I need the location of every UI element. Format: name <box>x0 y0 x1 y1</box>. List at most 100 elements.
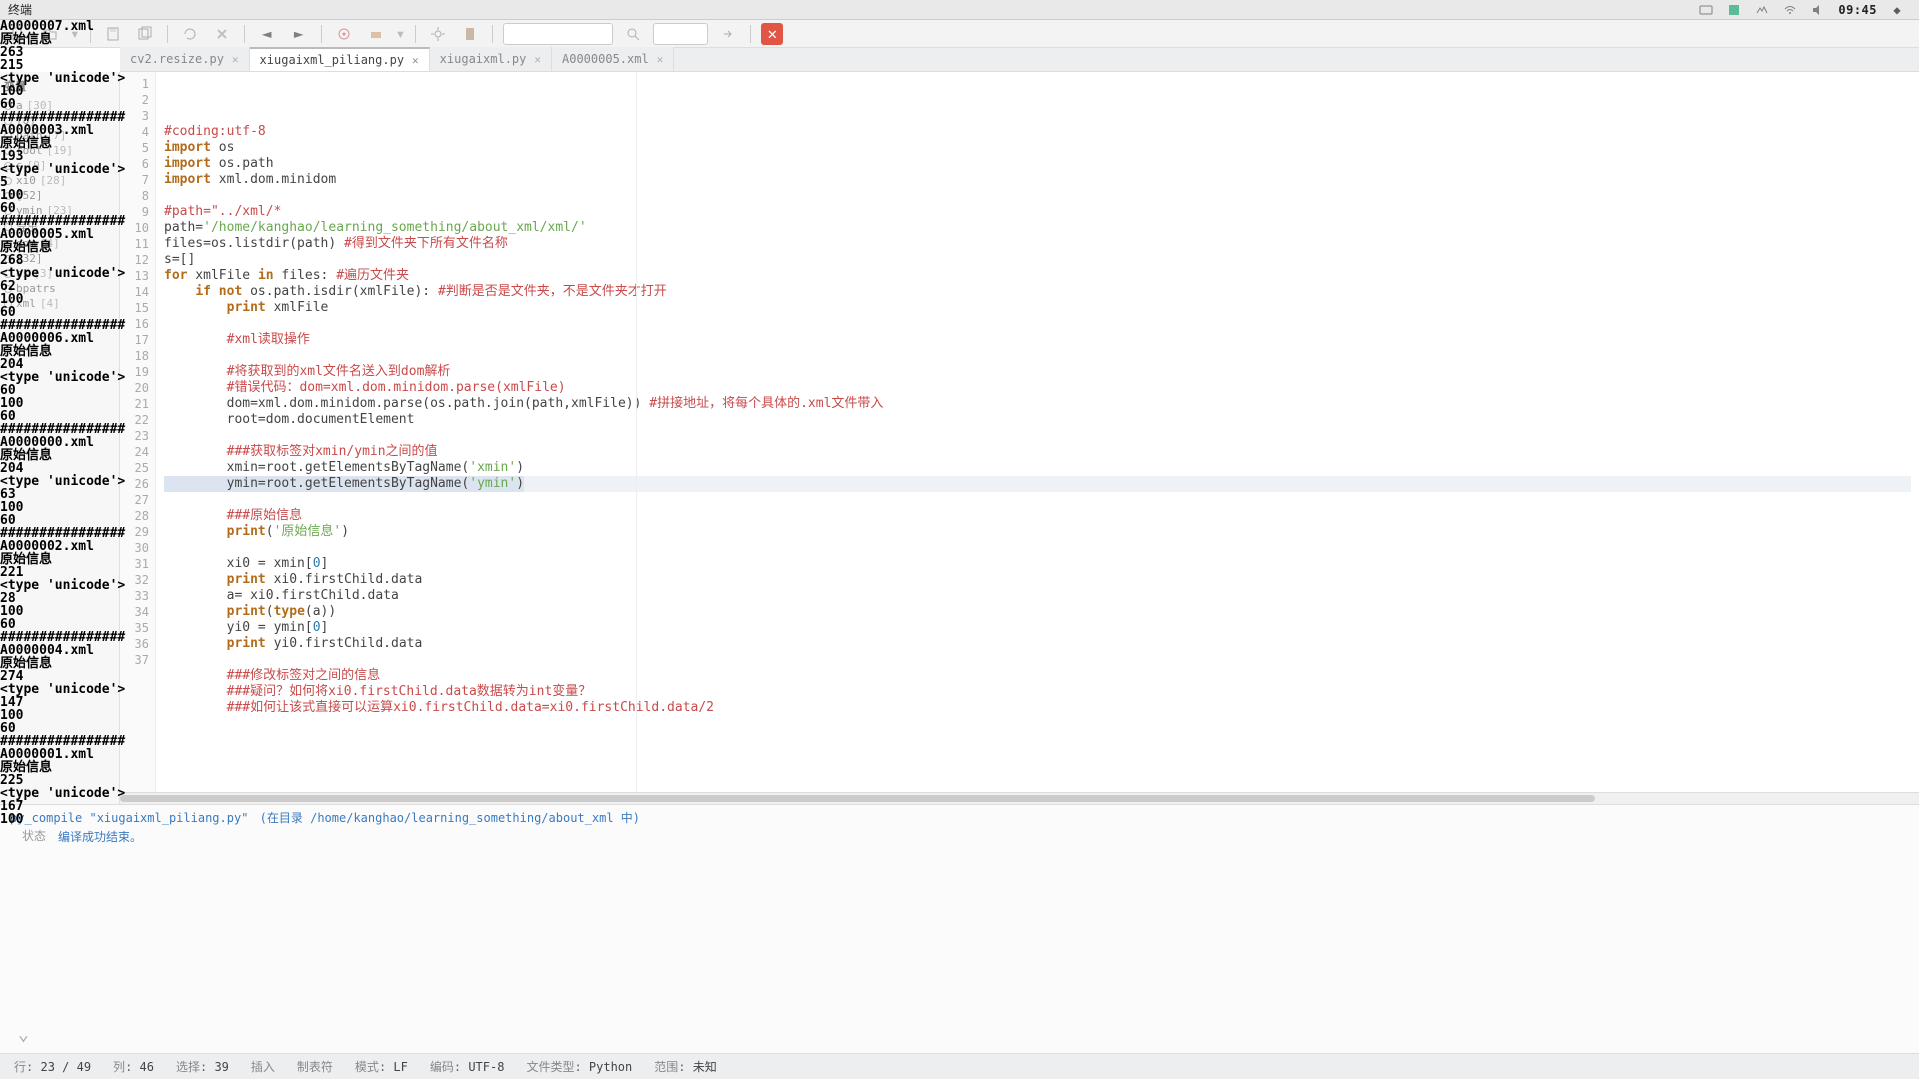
line-number: 1 <box>120 76 149 92</box>
scrollbar-thumb[interactable] <box>120 795 1595 802</box>
code-line[interactable]: a= xi0.firstChild.data <box>164 588 1911 604</box>
activity-icon[interactable] <box>1726 2 1742 18</box>
code-line[interactable]: import os <box>164 140 1911 156</box>
code-line[interactable]: ###疑问？如何将xi0.firstChild.data数据转为int变量？ <box>164 684 1911 700</box>
code-line[interactable]: #错误代码：dom=xml.dom.minidom.parse(xmlFile) <box>164 380 1911 396</box>
nav-back-icon[interactable]: ◄ <box>255 23 279 45</box>
code-line[interactable]: print xi0.firstChild.data <box>164 572 1911 588</box>
var-row[interactable]: root [19] <box>4 143 115 158</box>
close-file-icon[interactable] <box>210 23 234 45</box>
code-line[interactable]: print xmlFile <box>164 300 1911 316</box>
code-line[interactable]: import os.path <box>164 156 1911 172</box>
reload-icon[interactable] <box>178 23 202 45</box>
build-icon[interactable] <box>364 23 388 45</box>
var-row[interactable]: [52] <box>4 188 115 203</box>
code-line[interactable]: files=os.listdir(path) #得到文件夹下所有文件名称 <box>164 236 1911 252</box>
stop-button[interactable]: ✕ <box>761 23 783 45</box>
tab-xiugaixml-py[interactable]: xiugaixml.py✕ <box>430 47 552 71</box>
var-row[interactable]: xml [4] <box>4 296 115 311</box>
nav-forward-icon[interactable]: ► <box>287 23 311 45</box>
var-row[interactable]: 导出 <box>4 218 115 236</box>
code-area[interactable]: #coding:utf-8import osimport os.pathimpo… <box>156 72 1919 804</box>
code-line[interactable]: #coding:utf-8 <box>164 124 1911 140</box>
search-icon[interactable] <box>621 23 645 45</box>
apple-icon[interactable]: ◆ <box>1889 2 1905 18</box>
code-line[interactable]: ###原始信息 <box>164 508 1911 524</box>
var-row[interactable]: xi0 [28] <box>4 173 115 188</box>
code-line[interactable]: if not os.path.isdir(xmlFile): #判断是否是文件夹… <box>164 284 1911 300</box>
code-line[interactable] <box>164 492 1911 508</box>
open-file-icon[interactable] <box>38 23 62 45</box>
code-line[interactable]: xi0 = xmin[0] <box>164 556 1911 572</box>
code-line[interactable] <box>164 188 1911 204</box>
settings-icon[interactable] <box>426 23 450 45</box>
code-token: os.path <box>211 156 274 171</box>
var-row[interactable]: path [7] <box>4 128 115 143</box>
save-all-icon[interactable] <box>133 23 157 45</box>
close-icon[interactable]: ✕ <box>232 53 239 66</box>
tab-cv2-resize-py[interactable]: cv2.resize.py✕ <box>120 47 250 71</box>
code-line[interactable]: #将获取到的xml文件名送入到dom解析 <box>164 364 1911 380</box>
code-line[interactable] <box>164 316 1911 332</box>
code-line[interactable]: print('原始信息') <box>164 524 1911 540</box>
var-row[interactable]: [32] <box>4 251 115 266</box>
close-icon[interactable]: ✕ <box>412 54 419 67</box>
var-row[interactable]: a [30] <box>4 98 115 113</box>
new-file-icon[interactable] <box>6 23 30 45</box>
var-row[interactable]: ymin [23] <box>4 203 115 218</box>
code-line[interactable]: ###获取标签对xmin/ymin之间的值 <box>164 444 1911 460</box>
var-name: dom <box>16 237 36 250</box>
save-icon[interactable] <box>101 23 125 45</box>
close-icon[interactable]: ✕ <box>657 53 664 66</box>
var-row[interactable]: bpatrs <box>4 281 115 296</box>
code-token <box>164 508 227 523</box>
code-line[interactable]: xmin=root.getElementsByTagName('xmin') <box>164 460 1911 476</box>
code-line[interactable]: print yi0.firstChild.data <box>164 636 1911 652</box>
code-line[interactable]: path='/home/kanghao/learning_something/a… <box>164 220 1911 236</box>
code-line[interactable]: root=dom.documentElement <box>164 412 1911 428</box>
clock[interactable]: 09:45 <box>1838 3 1877 17</box>
volume-icon[interactable] <box>1810 2 1826 18</box>
search-input[interactable] <box>503 23 613 45</box>
bullet-icon <box>4 270 12 278</box>
var-row[interactable]: dom [4] <box>4 236 115 251</box>
code-line[interactable]: #path="../xml/* <box>164 204 1911 220</box>
goto-icon[interactable] <box>716 23 740 45</box>
keyboard-icon[interactable] <box>1698 2 1714 18</box>
var-row[interactable]: os [3] <box>4 266 115 281</box>
code-line[interactable]: ###修改标签对之间的信息 <box>164 668 1911 684</box>
code-line[interactable]: #xml读取操作 <box>164 332 1911 348</box>
tab-A0000005-xml[interactable]: A0000005.xml✕ <box>552 47 674 71</box>
close-icon[interactable]: ✕ <box>534 53 541 66</box>
line-number: 20 <box>120 380 149 396</box>
code-line[interactable]: dom=xml.dom.minidom.parse(os.path.join(p… <box>164 396 1911 412</box>
network-icon[interactable] <box>1754 2 1770 18</box>
run-icon[interactable] <box>458 23 482 45</box>
code-line[interactable]: yi0 = ymin[0] <box>164 620 1911 636</box>
console-collapse-icon[interactable]: ⌄ <box>18 1024 29 1045</box>
var-row[interactable]: s [9] <box>4 158 115 173</box>
status-insert-mode[interactable]: 插入 <box>251 1058 275 1075</box>
var-row[interactable]: [8] <box>4 113 115 128</box>
goto-line-input[interactable] <box>653 23 708 45</box>
code-line[interactable]: print(type(a)) <box>164 604 1911 620</box>
code-line[interactable]: import xml.dom.minidom <box>164 172 1911 188</box>
tab-xiugaixml_piliang-py[interactable]: xiugaixml_piliang.py✕ <box>250 47 430 71</box>
code-line[interactable] <box>164 428 1911 444</box>
status-tabs[interactable]: 制表符 <box>297 1058 333 1075</box>
line-number: 27 <box>120 492 149 508</box>
code-line[interactable]: ymin=root.getElementsByTagName('ymin') <box>164 476 1911 492</box>
horizontal-scrollbar[interactable] <box>120 792 1919 804</box>
code-line[interactable] <box>164 652 1911 668</box>
code-token: #path="../xml/* <box>164 204 281 219</box>
code-token <box>164 380 227 395</box>
code-line[interactable] <box>164 348 1911 364</box>
code-line[interactable]: s=[] <box>164 252 1911 268</box>
code-line[interactable]: ###如何让该式直接可以运算xi0.firstChild.data=xi0.fi… <box>164 700 1911 716</box>
wifi-icon[interactable] <box>1782 2 1798 18</box>
code-editor[interactable]: 1234567891011121314151617181920212223242… <box>120 72 1919 804</box>
code-token: ] <box>321 620 329 635</box>
code-line[interactable] <box>164 540 1911 556</box>
compile-icon[interactable] <box>332 23 356 45</box>
code-line[interactable]: for xmlFile in files: #遍历文件夹 <box>164 268 1911 284</box>
